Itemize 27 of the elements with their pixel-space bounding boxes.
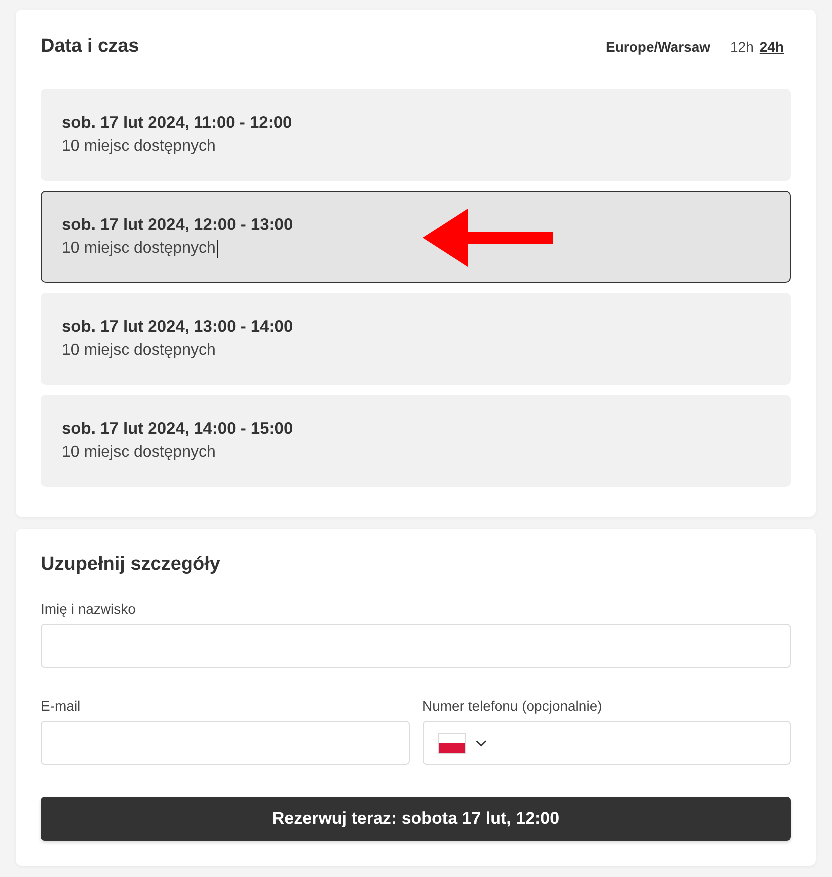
slot-availability: 10 miejsc dostępnych bbox=[62, 341, 216, 361]
slot-availability: 10 miejsc dostępnych bbox=[62, 137, 216, 157]
phone-input-field[interactable] bbox=[422, 721, 791, 765]
field-label: E-mail bbox=[41, 697, 81, 715]
flag-icon bbox=[438, 732, 466, 754]
timezone-label: Europe/Warsaw bbox=[606, 39, 711, 55]
chevron-down-icon bbox=[476, 740, 486, 746]
book-now-button[interactable]: Rezerwuj teraz: sobota 17 lut, 12:00 bbox=[41, 797, 791, 841]
slot-time: sob. 17 lut 2024, 12:00 - 13:00 bbox=[62, 215, 294, 236]
time-slot-option[interactable]: sob. 17 lut 2024, 11:00 - 12:00 10 miejsc dostępnych bbox=[41, 89, 791, 181]
country-select[interactable] bbox=[438, 732, 486, 754]
time-slot-option[interactable]: sob. 17 lut 2024, 12:00 - 13:00 10 miejsc dostępnych bbox=[41, 191, 791, 283]
time-format-toggle[interactable]: 12h bbox=[730, 39, 754, 55]
input-field[interactable] bbox=[41, 721, 410, 765]
slot-time: sob. 17 lut 2024, 11:00 - 12:00 bbox=[62, 113, 292, 134]
section-title: Data i czas bbox=[41, 35, 140, 59]
time-slot-option[interactable]: sob. 17 lut 2024, 13:00 - 14:00 10 miejsc dostępnych bbox=[41, 293, 791, 385]
slot-availability: 10 miejsc dostępnych bbox=[62, 443, 216, 463]
section-title: Uzupełnij szczegóły bbox=[41, 553, 220, 577]
time-format-toggle[interactable]: 24h bbox=[760, 39, 784, 55]
field-label: Imię i nazwisko bbox=[41, 600, 136, 618]
time-slot-option[interactable]: sob. 17 lut 2024, 14:00 - 15:00 10 miejsc dostępnych bbox=[41, 395, 791, 487]
slot-time: sob. 17 lut 2024, 13:00 - 14:00 bbox=[62, 317, 294, 338]
slot-availability: 10 miejsc dostępnych bbox=[62, 239, 216, 259]
slot-time: sob. 17 lut 2024, 14:00 - 15:00 bbox=[62, 419, 294, 440]
field-label: Numer telefonu (opcjonalnie) bbox=[422, 697, 602, 715]
input-field[interactable] bbox=[41, 624, 791, 668]
